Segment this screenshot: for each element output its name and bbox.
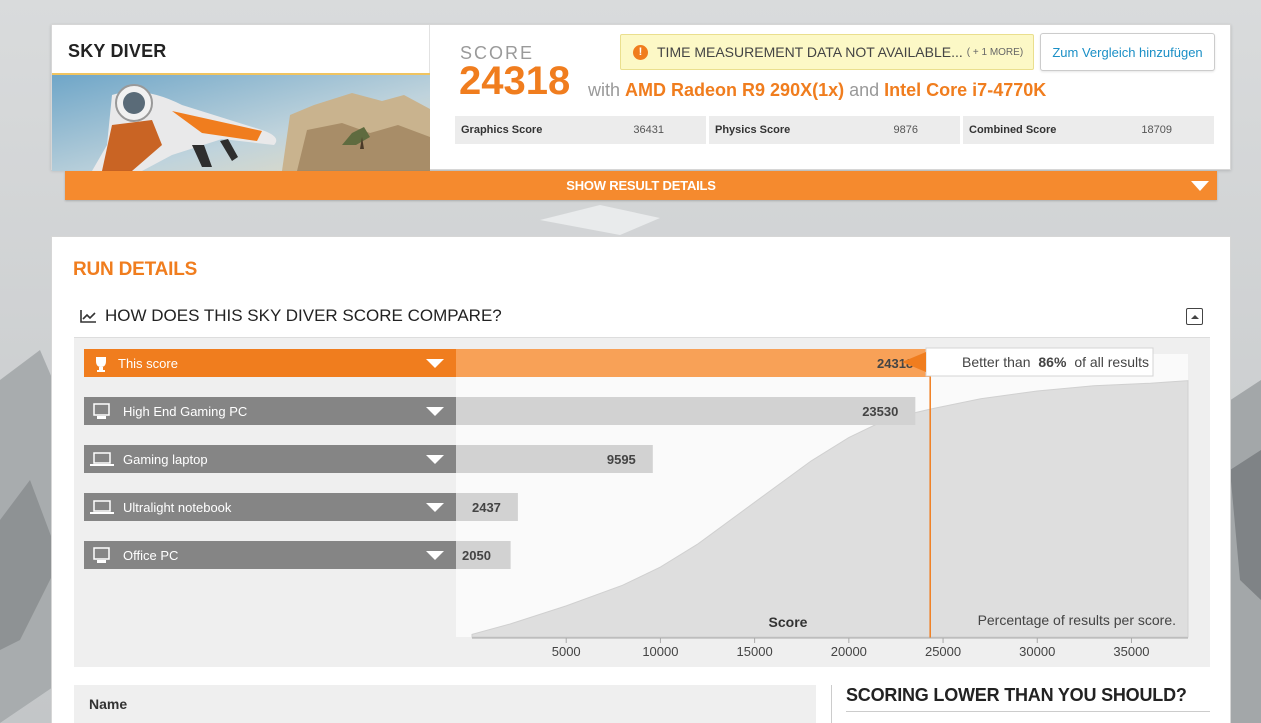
- score-bar: [456, 397, 916, 425]
- run-details-card: RUN DETAILS HOW DOES THIS SKY DIVER SCOR…: [51, 236, 1231, 723]
- reference-row: High End Gaming PC 23530: [84, 397, 916, 425]
- show-result-details-button[interactable]: SHOW RESULT DETAILS: [65, 171, 1217, 200]
- warning-text: TIME MEASUREMENT DATA NOT AVAILABLE...: [657, 44, 963, 60]
- chevron-down-icon: [1191, 181, 1209, 191]
- sub-scores: Graphics Score 36431 Physics Score 9876 …: [455, 116, 1214, 144]
- name-header-text: Name: [89, 696, 128, 712]
- x-tick-label: 5000: [552, 644, 581, 659]
- scoring-lower-heading: SCORING LOWER THAN YOU SHOULD?: [846, 685, 1187, 705]
- x-tick-label: 10000: [642, 644, 678, 659]
- x-tick-label: 35000: [1113, 644, 1149, 659]
- graphics-score-value: 36431: [633, 124, 664, 136]
- physics-score-value: 9876: [893, 124, 918, 136]
- time-measurement-warning[interactable]: ! TIME MEASUREMENT DATA NOT AVAILABLE...…: [620, 34, 1034, 70]
- chevron-up-icon: [1190, 315, 1199, 319]
- graphics-score: Graphics Score 36431: [455, 116, 706, 144]
- row-label: High End Gaming PC: [123, 404, 247, 419]
- cpu-link[interactable]: Intel Core i7-4770K: [884, 80, 1046, 100]
- score-compare-chart: This score 24318 High End Gaming PC 23530 Ga…: [74, 337, 1210, 667]
- and-text: and: [849, 80, 880, 100]
- better-than-callout: Better than 86% of all results: [902, 347, 1154, 377]
- chart-note: Percentage of results per score.: [978, 612, 1176, 628]
- better-than-suffix: of all results: [1074, 354, 1149, 370]
- hardware-summary: with AMD Radeon R9 290X(1x) and Intel Co…: [588, 80, 1046, 101]
- overall-score: 24318: [459, 59, 571, 103]
- benchmark-thumbnail: SKY DIVER: [52, 25, 430, 171]
- gpu-link[interactable]: AMD Radeon R9 290X(1x): [625, 80, 844, 100]
- compare-heading: HOW DOES THIS SKY DIVER SCORE COMPARE?: [80, 306, 502, 326]
- x-tick-label: 30000: [1019, 644, 1055, 659]
- row-label: Ultralight notebook: [123, 500, 232, 515]
- run-details-title: RUN DETAILS: [73, 259, 198, 280]
- x-axis-ticks: 5000 10000 15000 20000 25000 30000 35000: [552, 638, 1150, 659]
- callout-text: Better than 86% of all results: [962, 354, 1149, 370]
- add-to-compare-button[interactable]: Zum Vergleich hinzufügen: [1040, 33, 1215, 71]
- combined-score: Combined Score 18709: [963, 116, 1214, 144]
- row-label: This score: [118, 356, 178, 371]
- reference-row: Office PC 2050: [84, 541, 511, 569]
- x-tick-label: 20000: [831, 644, 867, 659]
- x-tick-label: 15000: [737, 644, 773, 659]
- column-divider: [831, 685, 832, 723]
- row-label: Gaming laptop: [123, 452, 208, 467]
- warning-more-link[interactable]: ( + 1 MORE): [967, 47, 1023, 58]
- sky-diver-image: [52, 75, 430, 171]
- benchmark-title: SKY DIVER: [68, 41, 167, 61]
- compare-heading-text: HOW DOES THIS SKY DIVER SCORE COMPARE?: [105, 306, 502, 325]
- combined-score-value: 18709: [1141, 124, 1172, 136]
- better-than-prefix: Better than: [962, 354, 1031, 370]
- show-result-details-label: SHOW RESULT DETAILS: [566, 178, 716, 193]
- bar-value-label: 2050: [462, 548, 491, 563]
- with-text: with: [588, 80, 621, 100]
- reference-row: Gaming laptop 9595: [84, 445, 653, 473]
- combined-score-label: Combined Score: [969, 124, 1057, 136]
- bar-value-label: 23530: [862, 404, 898, 419]
- row-label: Office PC: [123, 548, 178, 563]
- chart-svg: This score 24318 High End Gaming PC 23530 Ga…: [84, 347, 1189, 659]
- reference-row: Ultralight notebook 2437: [84, 493, 518, 521]
- scoring-lower-underline: [846, 711, 1210, 712]
- this-score-row: This score 24318: [84, 349, 931, 377]
- physics-score-label: Physics Score: [715, 124, 791, 136]
- physics-score: Physics Score 9876: [709, 116, 960, 144]
- score-bar: [456, 349, 931, 377]
- graphics-score-label: Graphics Score: [461, 124, 543, 136]
- name-column-header: Name: [74, 685, 816, 723]
- bar-value-label: 9595: [607, 452, 636, 467]
- better-than-pct: 86%: [1038, 354, 1067, 370]
- x-tick-label: 25000: [925, 644, 961, 659]
- warning-icon: !: [633, 44, 648, 60]
- line-chart-icon: [80, 310, 96, 323]
- result-summary-card: SKY DIVER SCORE 24318 with AMD Radeon R9…: [51, 24, 1231, 171]
- bar-value-label: 2437: [472, 500, 501, 515]
- x-axis-title: Score: [769, 614, 808, 630]
- collapse-section-button[interactable]: [1186, 308, 1203, 325]
